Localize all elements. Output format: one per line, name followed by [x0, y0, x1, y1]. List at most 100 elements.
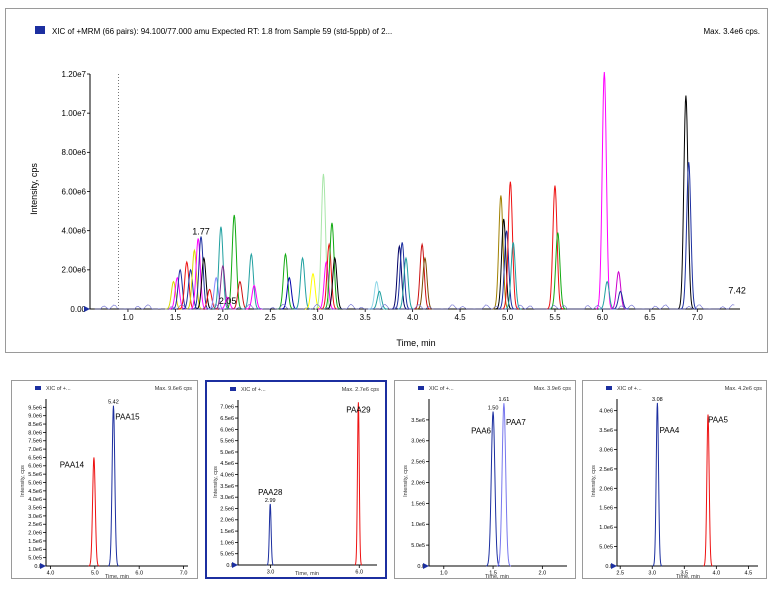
- sub-x-axis-label: Time, min: [295, 571, 319, 577]
- x-tick-label: 3.0: [648, 571, 656, 577]
- x-tick-label: 6.0: [597, 313, 609, 322]
- y-tick-label: 5.0e6: [28, 480, 42, 486]
- y-tick-label: 1.0e6: [220, 540, 234, 546]
- sub-plot-area-1: 0.05.0e51.0e61.5e62.0e62.5e63.0e63.5e64.…: [28, 399, 188, 577]
- x-tick-label: 1.0: [122, 313, 134, 322]
- sub-chart-panel-4[interactable]: XIC of +... Max. 4.2e6 cps Intensity, cp…: [582, 380, 767, 580]
- x-tick-label: 7.0: [692, 313, 704, 322]
- y-tick-label: 1.5e6: [599, 506, 613, 512]
- axis-start-marker: [40, 563, 46, 569]
- y-tick-label: 5.0e5: [28, 556, 42, 562]
- axis-start-marker: [84, 306, 90, 312]
- sub-chart-4: XIC of +... Max. 4.2e6 cps Intensity, cp…: [591, 386, 763, 580]
- y-tick-label: 7.0e6: [28, 447, 42, 453]
- x-tick-label: 6.5: [644, 313, 656, 322]
- sub-header-text: XIC of +...: [241, 387, 266, 393]
- peak-trace: [598, 280, 616, 310]
- legend-swatch: [606, 386, 612, 390]
- sub-x-axis-label: Time, min: [105, 574, 129, 580]
- y-tick-label: 8.00e6: [62, 148, 87, 157]
- x-tick-label: 6.0: [135, 571, 143, 577]
- sub-header-text: XIC of +...: [46, 386, 71, 392]
- y-tick-label: 1.0e6: [411, 522, 425, 528]
- x-tick-label: 4.0: [47, 571, 55, 577]
- y-tick-label: 4.0e6: [599, 409, 613, 415]
- x-tick-label: 5.5: [549, 313, 561, 322]
- x-tick-label: 3.0: [267, 570, 275, 576]
- x-tick-label: 4.5: [745, 571, 753, 577]
- peak-label: PAA6: [471, 427, 491, 436]
- y-axis-label: Intensity, cps: [29, 163, 39, 215]
- sub-chart-panel-1[interactable]: XIC of +... Max. 9.6e6 cps Intensity, cp…: [11, 380, 198, 580]
- sub-header-text: XIC of +...: [617, 386, 642, 392]
- legend-swatch: [230, 387, 236, 391]
- x-tick-label: 5.0: [502, 313, 514, 322]
- y-tick-label: 1.0e6: [28, 547, 42, 553]
- x-tick-label: 1.0: [440, 571, 448, 577]
- x-tick-label: 7.0: [180, 571, 188, 577]
- sub-header-text: XIC of +...: [429, 386, 454, 392]
- sub-chart-3: XIC of +... Max. 3.9e6 cps Intensity, cp…: [403, 386, 571, 580]
- y-tick-label: 2.5e6: [411, 460, 425, 466]
- sub-chart-panel-2[interactable]: XIC of +... Max. 2.7e6 cps Intensity, cp…: [205, 380, 387, 579]
- x-tick-label: 1.5: [489, 571, 497, 577]
- y-tick-label: 9.0e6: [28, 414, 42, 420]
- sub-chart-2: XIC of +... Max. 2.7e6 cps Intensity, cp…: [213, 387, 380, 577]
- main-header-text: XIC of +MRM (66 pairs): 94.100/77.000 am…: [52, 27, 392, 36]
- sub-chart-1: XIC of +... Max. 9.6e6 cps Intensity, cp…: [20, 386, 192, 580]
- y-tick-label: 6.0e6: [28, 464, 42, 470]
- y-tick-label: 3.5e6: [220, 484, 234, 490]
- peak-trace: [107, 405, 119, 567]
- y-tick-label: 6.5e6: [220, 416, 234, 422]
- peak-trace: [88, 457, 100, 567]
- y-tick-label: 3.0e6: [599, 447, 613, 453]
- x-tick-label: 4.0: [407, 313, 419, 322]
- peak-trace: [354, 402, 363, 566]
- y-tick-label: 3.5e6: [411, 418, 425, 424]
- peak-trace: [677, 95, 695, 310]
- peak-label: PAA28: [258, 488, 283, 497]
- x-tick-label: 2.5: [265, 313, 277, 322]
- sub-plot-area-3: 0.05.0e51.0e61.5e62.0e62.5e63.0e63.5e61.…: [411, 397, 567, 577]
- y-tick-label: 3.0e6: [28, 514, 42, 520]
- peak-trace: [171, 268, 189, 310]
- peak-rt-label: 3.08: [652, 397, 663, 403]
- peak-label: PAA7: [506, 418, 526, 427]
- peak-trace: [703, 414, 713, 567]
- x-tick-label: 3.5: [360, 313, 372, 322]
- peak-trace: [368, 280, 385, 310]
- y-tick-label: 2.0e6: [220, 518, 234, 524]
- axis-start-marker: [423, 563, 429, 569]
- y-tick-label: 1.5e6: [411, 501, 425, 507]
- y-tick-label: 2.5e6: [28, 522, 42, 528]
- sub-y-axis-label: Intensity, cps: [20, 465, 26, 497]
- y-tick-label: 5.5e6: [28, 472, 42, 478]
- x-tick-label: 6.0: [355, 570, 363, 576]
- x-tick-label: 4.0: [713, 571, 721, 577]
- x-tick-label: 1.5: [170, 313, 182, 322]
- sub-max-text: Max. 2.7e6 cps: [342, 387, 380, 393]
- peak-rt-label: 1.50: [488, 406, 499, 412]
- peak-trace: [610, 270, 627, 310]
- y-tick-label: 4.00e6: [62, 226, 87, 235]
- sub-max-text: Max. 4.2e6 cps: [725, 386, 763, 392]
- peak-rt-label: 1.61: [499, 397, 510, 403]
- y-tick-label: 3.5e6: [599, 428, 613, 434]
- sub-chart-panel-3[interactable]: XIC of +... Max. 3.9e6 cps Intensity, cp…: [394, 380, 576, 580]
- peak-trace: [225, 214, 243, 310]
- legend-swatch: [418, 386, 424, 390]
- y-tick-label: 1.00e7: [62, 109, 87, 118]
- x-tick-label: 3.5: [680, 571, 688, 577]
- y-tick-label: 4.5e6: [28, 489, 42, 495]
- y-tick-label: 4.0e6: [28, 497, 42, 503]
- legend-swatch: [35, 386, 41, 390]
- peak-trace: [266, 503, 274, 566]
- y-tick-label: 5.0e5: [599, 545, 613, 551]
- y-tick-label: 4.5e6: [220, 461, 234, 467]
- y-tick-label: 2.0e6: [28, 531, 42, 537]
- peak-label: PAA29: [346, 405, 371, 414]
- x-tick-label: 2.0: [539, 571, 547, 577]
- peak-trace: [496, 403, 512, 567]
- main-max-text: Max. 3.4e6 cps.: [704, 27, 760, 36]
- x-tick-label: 5.0: [91, 571, 99, 577]
